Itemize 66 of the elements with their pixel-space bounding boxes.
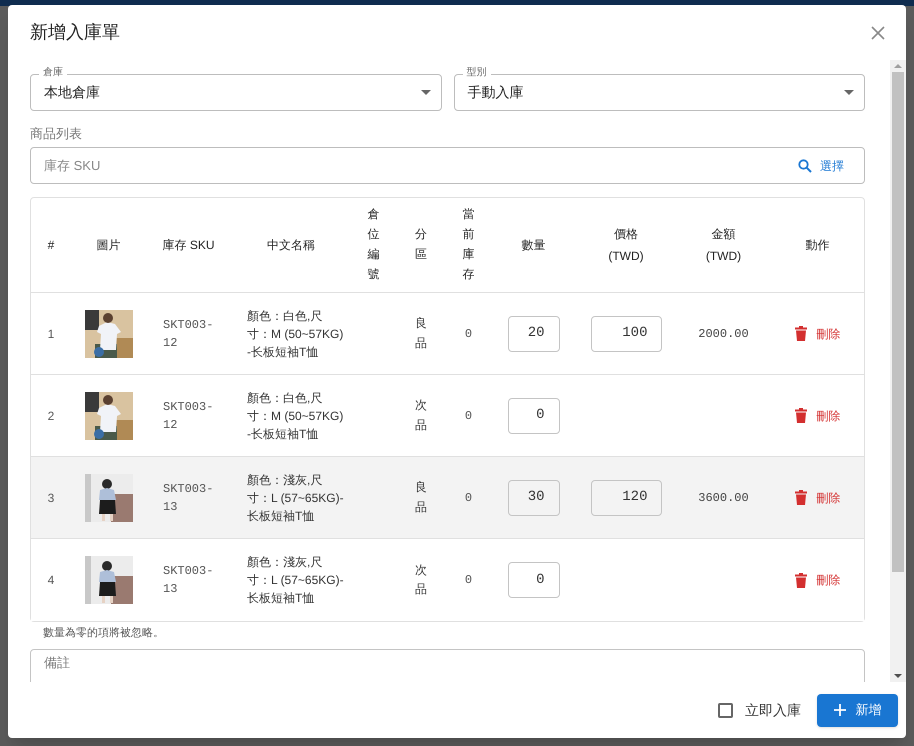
sku-cell-text: SKT003-12 [163,316,214,352]
quantity-input[interactable]: 0 [508,398,560,434]
quantity-input[interactable]: 20 [508,316,560,352]
column-unit: (TWD) [608,248,644,265]
zone-cell-text: 次品 [415,397,427,434]
price-input[interactable]: 100 [590,316,662,352]
close-icon [871,26,885,40]
column-header: 分區 [415,226,427,263]
delete-button[interactable]: 刪除 [794,488,840,506]
immediate-checkbox[interactable]: 立即入庫 [718,700,801,720]
stock-cell-text: 0 [464,572,472,589]
stock-cell-text: 0 [464,490,472,506]
trash-icon [794,572,806,588]
table-cell-text: 3 [48,490,54,506]
sku-cell-text: SKT003-12 [163,398,214,434]
table-cell-text: 2 [48,408,54,424]
dropdown-caret-icon [420,90,430,95]
helper-text: 數量為零的項將被忽略。 [42,626,165,641]
sku-cell-text: SKT003-13 [163,563,214,598]
column-header: 圖片 [96,237,120,254]
select-value: 手動入庫 [468,83,524,102]
stock-cell-text: 0 [464,408,472,424]
scrollbar[interactable] [890,60,906,682]
sku-search-field[interactable]: 庫存 SKU 選擇 [30,147,865,184]
column-header: 數量 [522,237,546,254]
zone-cell-text: 良品 [415,479,427,516]
amount-cell-text: 3600.00 [698,490,749,506]
trash-icon [794,408,806,423]
product-name: 顏色：淺灰,尺寸：L (57~65KG)-长板短袖T恤 [247,472,345,524]
column-header: # [48,237,54,254]
table-cell-text: 4 [48,572,54,589]
delete-button[interactable]: 刪除 [794,406,840,424]
price-input[interactable]: 120 [590,480,662,516]
product-name: 顏色：白色,尺寸：M (50~57KG)-长板短袖T恤 [247,390,344,442]
column-unit: (TWD) [706,248,742,265]
table-row[interactable]: 3 SKT003-13 顏色：淺灰,尺寸：L (57~65KG)-长板短袖T恤 良品 0 30 120 3600.00 刪除 [31,457,864,539]
column-header: 中文名稱 [267,237,315,254]
plus-icon [834,704,846,716]
column-header: 庫存 SKU [162,237,214,254]
add-button[interactable]: 新增 [817,694,898,726]
product-name: 顏色：淺灰,尺寸：L (57~65KG)-长板短袖T恤 [247,554,345,607]
column-header: 價格 [614,226,638,243]
product-name: 顏色：白色,尺寸：M (50~57KG)-长板短袖T恤 [247,308,344,360]
remarks-field[interactable]: 備註 [30,649,865,682]
stock-cell-text: 0 [464,326,472,342]
column-header: 金額 [712,226,736,243]
dropdown-caret-icon [844,90,854,95]
delete-button[interactable]: 刪除 [794,571,840,589]
quantity-input[interactable]: 0 [508,562,560,598]
trash-icon [794,490,806,505]
trash-icon [794,326,806,341]
section-label: 商品列表 [30,125,83,141]
sku-cell-text: SKT003-13 [163,480,214,516]
quantity-input[interactable]: 30 [508,480,560,516]
dialog-title: 新增入庫單 [30,21,120,44]
column-header: 當前庫存 [462,206,474,283]
zone-cell-text: 良品 [415,315,427,352]
column-header: 動作 [806,237,830,254]
amount-cell-text: 2000.00 [698,326,749,342]
select-value: 本地倉庫 [44,83,100,102]
search-icon [798,158,812,172]
column-header: 倉位編號 [368,206,380,283]
delete-button[interactable]: 刪除 [794,324,840,342]
table-cell-text: 1 [48,326,54,342]
zone-cell-text: 次品 [415,562,427,598]
select-button[interactable]: 選擇 [798,156,844,174]
